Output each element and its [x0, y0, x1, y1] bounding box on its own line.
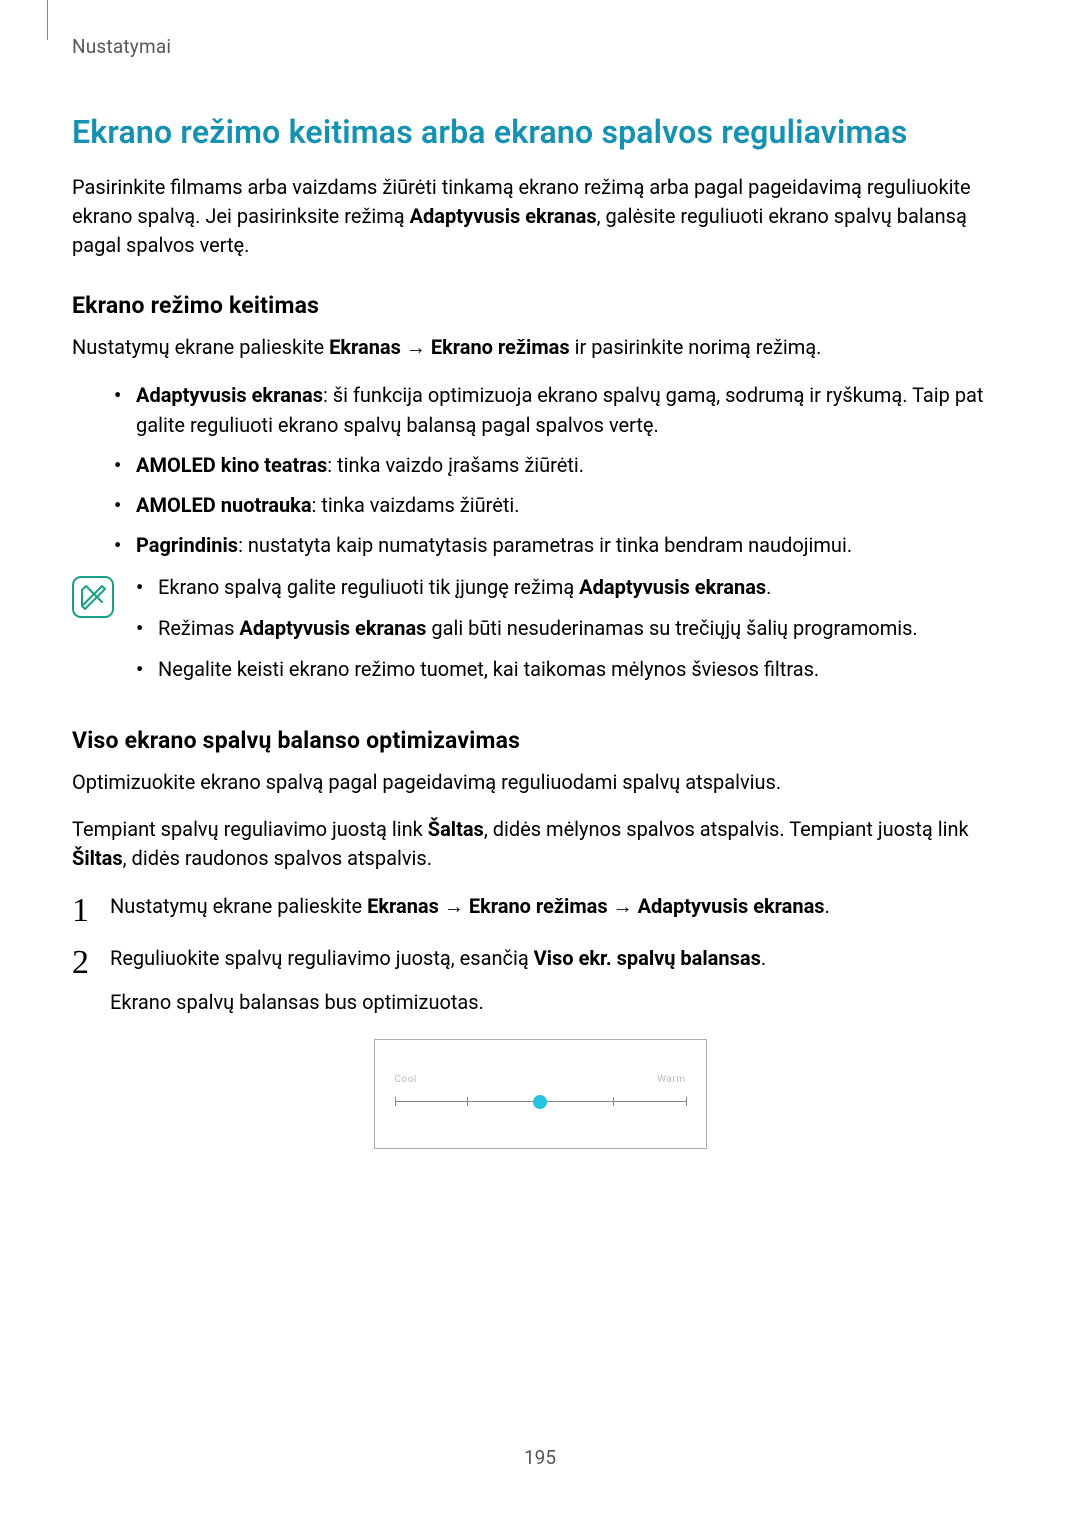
- list-bold: AMOLED kino teatras: [136, 453, 327, 477]
- bold-part: Ekranas: [329, 335, 401, 359]
- text-part: , didės mėlynos spalvos atspalvis. Tempi…: [484, 817, 969, 841]
- text-part: , didės raudonos spalvos atspalvis.: [123, 846, 432, 870]
- section2-p1: Optimizuokite ekrano spalvą pagal pageid…: [72, 768, 1008, 797]
- text-part: Nustatymų ekrane palieskite: [110, 894, 367, 918]
- list-bold: Adaptyvusis ekranas: [136, 383, 323, 407]
- text-part: →: [608, 894, 638, 918]
- page-number: 195: [0, 1446, 1080, 1469]
- slider-tick: [686, 1097, 687, 1106]
- bold-part: Adaptyvusis ekranas: [638, 894, 825, 918]
- note-bold: Adaptyvusis ekranas: [579, 575, 766, 599]
- section2-p2: Tempiant spalvų reguliavimo juostą link …: [72, 815, 1008, 873]
- bold-part: Ekranas: [367, 894, 439, 918]
- text-part: Nustatymų ekrane palieskite: [72, 335, 329, 359]
- note-icon: [72, 576, 114, 618]
- note-post: .: [766, 575, 771, 599]
- list-rest: : nustatyta kaip numatytasis parametras …: [238, 533, 852, 557]
- list-rest: : tinka vaizdams žiūrėti.: [312, 493, 520, 517]
- slider-tick: [613, 1097, 614, 1106]
- slider-handle: [533, 1095, 547, 1109]
- slider-tick: [467, 1097, 468, 1106]
- text-part: →: [401, 335, 431, 359]
- list-item: AMOLED nuotrauka: tinka vaizdams žiūrėti…: [114, 490, 1008, 520]
- bold-part: Viso ekr. spalvų balansas: [534, 946, 761, 970]
- list-bold: AMOLED nuotrauka: [136, 493, 312, 517]
- note-bold: Adaptyvusis ekranas: [239, 616, 426, 640]
- bold-part: Šiltas: [72, 846, 123, 870]
- step-subline: Ekrano spalvų balansas bus optimizuotas.: [110, 987, 1008, 1017]
- intro-bold: Adaptyvusis ekranas: [410, 204, 597, 228]
- subheading-1: Ekrano režimo keitimas: [72, 292, 1008, 319]
- slider-track: [395, 1093, 686, 1111]
- text-part: →: [439, 894, 469, 918]
- slider-labels: Cool Warm: [395, 1074, 686, 1085]
- step-item: Nustatymų ekrane palieskite Ekranas → Ek…: [72, 891, 1008, 921]
- mode-list: Adaptyvusis ekranas: ši funkcija optimiz…: [114, 380, 1008, 560]
- text-part: ir pasirinkite norimą režimą.: [570, 335, 822, 359]
- note-item: Režimas Adaptyvusis ekranas gali būti ne…: [136, 613, 918, 644]
- intro-paragraph: Pasirinkite filmams arba vaizdams žiūrėt…: [72, 173, 1008, 260]
- text-part: .: [761, 946, 766, 970]
- color-balance-slider-figure: Cool Warm: [374, 1039, 707, 1149]
- note-pre: Ekrano spalvą galite reguliuoti tik įjun…: [158, 575, 579, 599]
- slider-label-warm: Warm: [657, 1074, 685, 1085]
- note-post: gali būti nesuderinamas su trečiųjų šali…: [426, 616, 917, 640]
- list-item: AMOLED kino teatras: tinka vaizdo įrašam…: [114, 450, 1008, 480]
- note-pre: Režimas: [158, 616, 239, 640]
- note-item: Ekrano spalvą galite reguliuoti tik įjun…: [136, 572, 918, 603]
- text-part: Reguliuokite spalvų reguliavimo juostą, …: [110, 946, 534, 970]
- slider-tick: [395, 1097, 396, 1106]
- page-section-header: Nustatymai: [72, 35, 1008, 58]
- list-item: Pagrindinis: nustatyta kaip numatytasis …: [114, 530, 1008, 560]
- page-margin-line: [47, 0, 48, 40]
- bold-part: Ekrano režimas: [431, 335, 570, 359]
- text-part: Tempiant spalvų reguliavimo juostą link: [72, 817, 428, 841]
- bold-part: Šaltas: [428, 817, 484, 841]
- list-bold: Pagrindinis: [136, 533, 238, 557]
- text-part: .: [825, 894, 830, 918]
- main-heading: Ekrano režimo keitimas arba ekrano spalv…: [72, 113, 1008, 151]
- subheading-2: Viso ekrano spalvų balanso optimizavimas: [72, 727, 1008, 754]
- slider-label-cool: Cool: [395, 1074, 417, 1085]
- note-block: Ekrano spalvą galite reguliuoti tik įjun…: [72, 572, 1008, 695]
- note-item: Negalite keisti ekrano režimo tuomet, ka…: [136, 654, 918, 685]
- section1-instruction: Nustatymų ekrane palieskite Ekranas → Ek…: [72, 333, 1008, 362]
- note-pre: Negalite keisti ekrano režimo tuomet, ka…: [158, 657, 819, 681]
- step-item: Reguliuokite spalvų reguliavimo juostą, …: [72, 943, 1008, 1017]
- steps-list: Nustatymų ekrane palieskite Ekranas → Ek…: [72, 891, 1008, 1017]
- bold-part: Ekrano režimas: [469, 894, 608, 918]
- note-list: Ekrano spalvą galite reguliuoti tik įjun…: [136, 572, 918, 695]
- list-item: Adaptyvusis ekranas: ši funkcija optimiz…: [114, 380, 1008, 440]
- list-rest: : tinka vaizdo įrašams žiūrėti.: [327, 453, 584, 477]
